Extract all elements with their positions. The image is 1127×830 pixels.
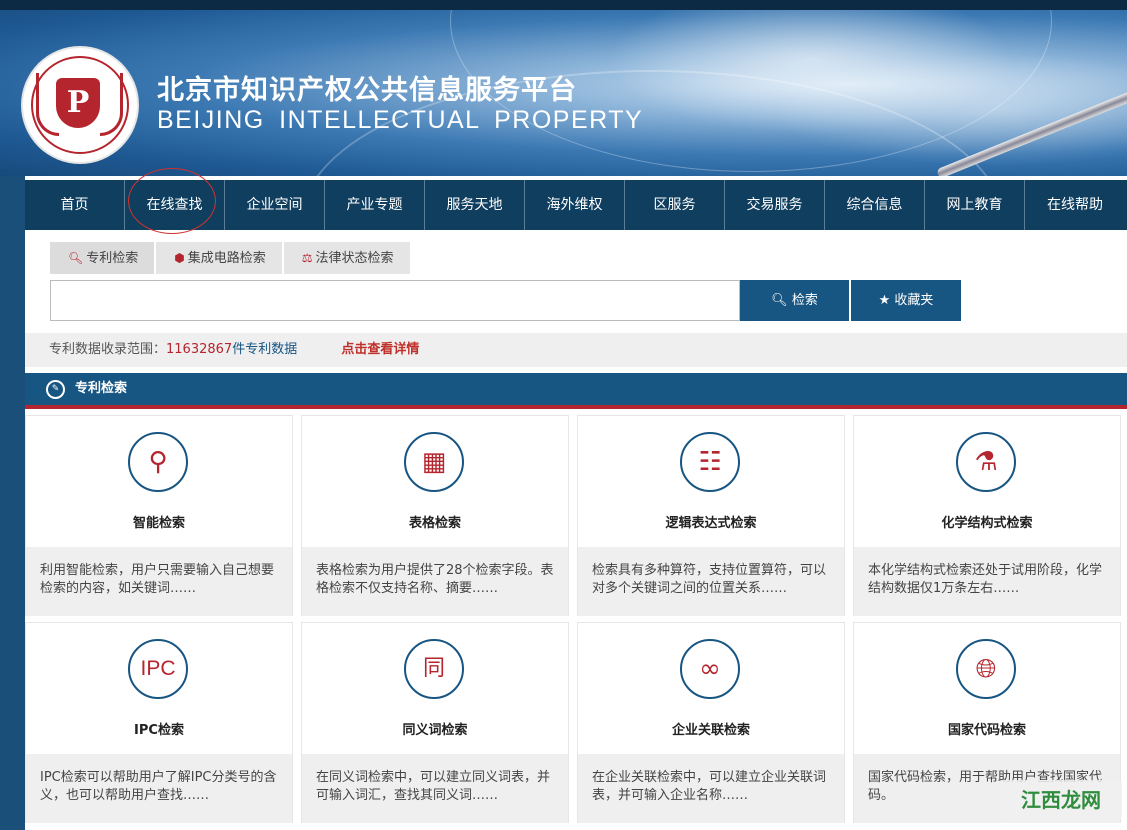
card-title: 企业关联检索 (671, 723, 750, 738)
search-icon: 🔍︎ (771, 293, 788, 308)
nav-item-online-search[interactable]: 在线查找 (125, 168, 225, 234)
nav-item-help[interactable]: 在线帮助 (1025, 180, 1125, 230)
search-row: 🔍︎ 检索 ★ 收藏夹 (50, 280, 961, 321)
card-enterprise-link-search[interactable]: ∞ 企业关联检索 在企业关联检索中，可以建立企业关联词表，并可输入企业名称…… (577, 622, 845, 823)
search-icon: 🔍︎ (68, 251, 84, 265)
card-description: 在企业关联检索中，可以建立企业关联词表，并可输入企业名称…… (578, 754, 844, 823)
card-description: 在同义词检索中，可以建立同义词表，并可输入词汇，查找其同义词…… (302, 754, 568, 823)
search-button-label: 检索 (791, 293, 818, 308)
site-title-cn: 北京市知识产权公共信息服务平台 (157, 75, 577, 106)
nav-item-district[interactable]: 区服务 (625, 180, 725, 230)
main-nav: 首页 在线查找 企业空间 产业专题 服务天地 海外维权 区服务 交易服务 综合信… (25, 168, 1127, 234)
tab-patent-search[interactable]: 🔍︎ 专利检索 (50, 242, 155, 274)
favorites-button[interactable]: ★ 收藏夹 (851, 280, 961, 321)
card-description: IPC检索可以帮助用户了解IPC分类号的含义，也可以帮助用户查找…… (26, 754, 292, 823)
nav-item-trade[interactable]: 交易服务 (725, 180, 825, 230)
view-details-link[interactable]: 点击查看详情 (341, 342, 419, 357)
search-button[interactable]: 🔍︎ 检索 (740, 280, 849, 321)
link-icon: ∞ (680, 639, 740, 699)
tab-label: 专利检索 (86, 251, 139, 266)
logo-shield: P (56, 78, 100, 128)
card-title: 同义词检索 (402, 723, 468, 738)
card-description: 检索具有多种算符，支持位置算符，可以对多个关键词之间的位置关系…… (578, 547, 844, 616)
range-count: 11632867 (166, 342, 233, 357)
star-icon: ★ (878, 293, 891, 308)
chip-icon: ⬢ (174, 251, 185, 265)
hierarchy-icon: ☷ (680, 432, 740, 492)
card-title: IPC检索 (134, 723, 184, 738)
section-title: 专利检索 (75, 381, 128, 396)
card-description: 利用智能检索，用户只需要输入自己想要检索的内容，如关键词…… (26, 547, 292, 616)
section-header: ✎ 专利检索 (25, 373, 1127, 409)
ipc-icon: IPC (128, 639, 188, 699)
watermark-logo: 江西龙网 (1000, 780, 1122, 820)
card-logic-search[interactable]: ☷ 逻辑表达式检索 检索具有多种算符，支持位置算符，可以对多个关键词之间的位置关… (577, 415, 845, 616)
card-table-search[interactable]: ▦ 表格检索 表格检索为用户提供了28个检索字段。表格检索不仅支持名称、摘要…… (301, 415, 569, 616)
card-chemical-search[interactable]: ⚗ 化学结构式检索 本化学结构式检索还处于试用阶段，化学结构数据仅1万条左右…… (853, 415, 1121, 616)
scales-icon: ⚖ (301, 251, 313, 265)
card-ipc-search[interactable]: IPC IPC检索 IPC检索可以帮助用户了解IPC分类号的含义，也可以帮助用户… (25, 622, 293, 823)
card-title: 智能检索 (132, 516, 185, 531)
range-label: 专利数据收录范围： (49, 342, 167, 357)
nav-item-home[interactable]: 首页 (25, 180, 125, 230)
top-strip (0, 0, 1127, 10)
flask-icon: ⚗ (956, 432, 1016, 492)
table-icon: ▦ (404, 432, 464, 492)
magnifier-icon: ⚲ (128, 432, 188, 492)
card-smart-search[interactable]: ⚲ 智能检索 利用智能检索，用户只需要输入自己想要检索的内容，如关键词…… (25, 415, 293, 616)
card-description: 本化学结构式检索还处于试用阶段，化学结构数据仅1万条左右…… (854, 547, 1120, 616)
card-description: 表格检索为用户提供了28个检索字段。表格检索不仅支持名称、摘要…… (302, 547, 568, 616)
nav-item-industry[interactable]: 产业专题 (325, 180, 425, 230)
range-unit: 件专利数据 (232, 342, 298, 357)
card-title: 表格检索 (408, 516, 461, 531)
search-tabs: 🔍︎ 专利检索 ⬢ 集成电路检索 ⚖ 法律状态检索 (50, 242, 412, 274)
globe-icon: 🌐︎ (956, 639, 1016, 699)
header-banner: P 北京市知识产权公共信息服务平台 BEIJING INTELLECTUAL P… (0, 10, 1127, 176)
tab-ic-search[interactable]: ⬢ 集成电路检索 (156, 242, 282, 274)
card-synonym-search[interactable]: 同 同义词检索 在同义词检索中，可以建立同义词表，并可输入词汇，查找其同义词…… (301, 622, 569, 823)
tab-label: 法律状态检索 (315, 251, 394, 266)
tab-label: 集成电路检索 (187, 251, 266, 266)
section-icon: ✎ (46, 380, 65, 399)
card-title: 化学结构式检索 (941, 516, 1033, 531)
nav-item-enterprise[interactable]: 企业空间 (225, 180, 325, 230)
main-content: 首页 在线查找 企业空间 产业专题 服务天地 海外维权 区服务 交易服务 综合信… (25, 168, 1127, 830)
synonym-icon: 同 (404, 639, 464, 699)
card-title: 国家代码检索 (947, 723, 1026, 738)
tab-legal-status[interactable]: ⚖ 法律状态检索 (283, 242, 410, 274)
nav-item-info[interactable]: 综合信息 (825, 180, 925, 230)
card-title: 逻辑表达式检索 (665, 516, 757, 531)
site-logo[interactable]: P (23, 48, 137, 162)
nav-item-education[interactable]: 网上教育 (925, 180, 1025, 230)
search-input[interactable] (50, 280, 740, 321)
site-title-en: BEIJING INTELLECTUAL PROPERTY (157, 106, 644, 134)
nav-item-services[interactable]: 服务天地 (425, 180, 525, 230)
data-range-bar: 专利数据收录范围：11632867件专利数据 点击查看详情 (25, 333, 1127, 367)
favorites-button-label: 收藏夹 (894, 293, 934, 308)
nav-item-overseas[interactable]: 海外维权 (525, 180, 625, 230)
